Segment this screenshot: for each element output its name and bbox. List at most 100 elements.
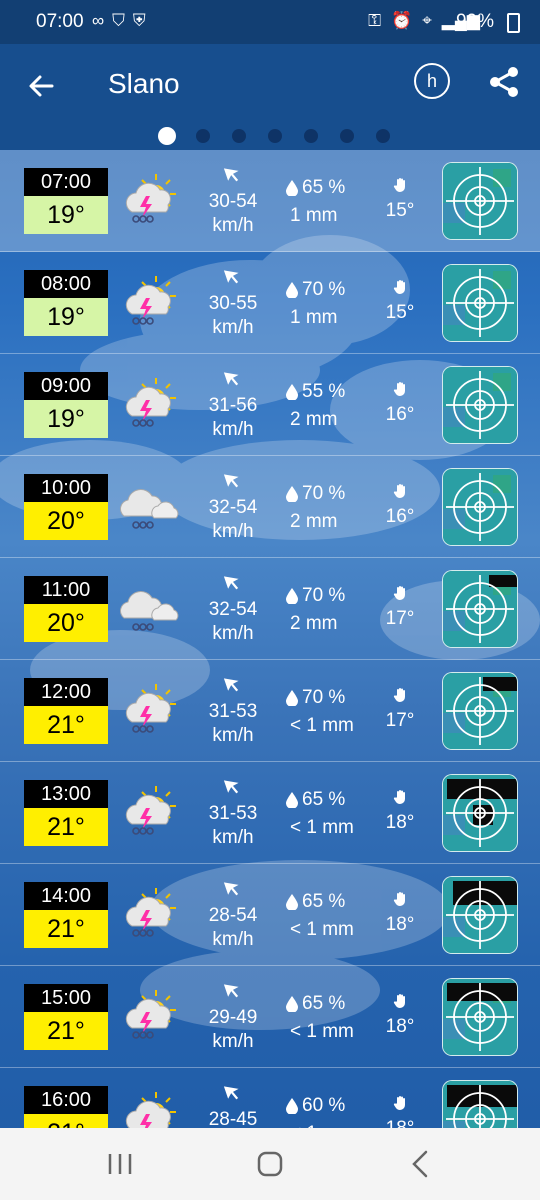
radar-map-thumbnail[interactable] bbox=[442, 978, 518, 1056]
back-arrow-icon[interactable] bbox=[22, 66, 62, 106]
precip-amount: < 1 mm bbox=[290, 919, 354, 940]
precip-probability: 70 % bbox=[302, 483, 346, 504]
precip-amount: < 1 mm bbox=[290, 715, 354, 736]
hand-icon bbox=[392, 482, 410, 500]
feels-like-temp: 18° bbox=[385, 812, 415, 833]
wind-direction-icon bbox=[222, 266, 242, 286]
page-dot[interactable] bbox=[196, 129, 210, 143]
wind-range: 32-54 bbox=[208, 599, 258, 620]
time-temp-box: 11:00 20° bbox=[24, 576, 108, 642]
wind-speed: 31-53 km/h bbox=[188, 802, 278, 850]
wind-speed: 30-55 km/h bbox=[188, 292, 278, 340]
radar-map-thumbnail[interactable] bbox=[442, 366, 518, 444]
forecast-row[interactable]: 16:0021° 28-45km/h 60 % < 1 mm 18° bbox=[0, 1068, 540, 1128]
status-bar: 07:00 ∞ ⛉ ⛨ ⚿ ⏰ ⌖ ▂▄▆ 99% bbox=[0, 0, 540, 44]
precip-probability: 65 % bbox=[302, 177, 346, 198]
forecast-row[interactable]: 13:00 21° 31-53 km/h 65 % < 1 mm 18° bbox=[0, 762, 540, 864]
wind-unit: km/h bbox=[212, 521, 254, 542]
forecast-row[interactable]: 12:00 21° 31-53 km/h 70 % < 1 mm 17° bbox=[0, 660, 540, 762]
time-temp-box: 08:00 19° bbox=[24, 270, 108, 336]
thunderstorm-sun-icon bbox=[118, 272, 180, 330]
precip-probability: 55 % bbox=[302, 381, 346, 402]
wind-speed: 32-54 km/h bbox=[188, 496, 278, 544]
precip-amount: 2 mm bbox=[290, 613, 338, 634]
temperature-label: 21° bbox=[24, 706, 108, 744]
rain-cloud-icon bbox=[118, 578, 180, 636]
hand-icon bbox=[392, 584, 410, 602]
recents-icon[interactable] bbox=[100, 1146, 140, 1182]
feels-like-temp: 18° bbox=[385, 1016, 415, 1037]
wind-unit: km/h bbox=[212, 827, 254, 848]
page-dot[interactable] bbox=[232, 129, 246, 143]
precip-amount: 2 mm bbox=[290, 511, 338, 532]
page-dot[interactable] bbox=[340, 129, 354, 143]
forecast-row[interactable]: 14:00 21° 28-54 km/h 65 % < 1 mm 18° bbox=[0, 864, 540, 966]
radar-map-thumbnail[interactable] bbox=[442, 774, 518, 852]
hour-label: 15:00 bbox=[24, 984, 108, 1012]
battery-level: 99% bbox=[455, 11, 494, 32]
status-time: 07:00 bbox=[36, 11, 84, 32]
home-icon[interactable] bbox=[250, 1146, 290, 1182]
thunderstorm-sun-icon bbox=[118, 884, 180, 942]
radar-map-thumbnail[interactable] bbox=[442, 1080, 518, 1128]
precipitation: 65 % < 1 mm bbox=[286, 786, 366, 842]
page-title: Slano bbox=[108, 68, 180, 99]
hand-icon bbox=[392, 686, 410, 704]
h-clock-icon[interactable]: h bbox=[414, 63, 450, 99]
hour-label: 09:00 bbox=[24, 372, 108, 400]
wind-direction-icon bbox=[222, 1082, 242, 1102]
forecast-row[interactable]: 07:00 19° 30-54 km/h 65 % 1 mm 15° bbox=[0, 150, 540, 252]
hand-icon bbox=[392, 176, 410, 194]
wind-range: 28-54 bbox=[208, 905, 258, 926]
radar-map-thumbnail[interactable] bbox=[442, 672, 518, 750]
forecast-row[interactable]: 08:00 19° 30-55 km/h 70 % 1 mm 15° bbox=[0, 252, 540, 354]
page-dot[interactable] bbox=[158, 127, 176, 145]
wind-speed: 29-49 km/h bbox=[188, 1006, 278, 1054]
wind-direction-icon bbox=[222, 674, 242, 694]
forecast-row[interactable]: 15:00 21° 29-49 km/h 65 % < 1 mm 18° bbox=[0, 966, 540, 1068]
thunderstorm-sun-icon bbox=[118, 170, 180, 228]
forecast-row[interactable]: 11:00 20° 32-54 km/h 70 % 2 mm 17° bbox=[0, 558, 540, 660]
forecast-row[interactable]: 10:00 20° 32-54 km/h 70 % 2 mm 16° bbox=[0, 456, 540, 558]
wind-speed: 28-54 km/h bbox=[188, 904, 278, 952]
raindrop-icon bbox=[286, 282, 298, 298]
wind-speed: 31-53 km/h bbox=[188, 700, 278, 748]
raindrop-icon bbox=[286, 690, 298, 706]
wind-direction-icon bbox=[222, 164, 242, 184]
radar-map-thumbnail[interactable] bbox=[442, 468, 518, 546]
precip-probability: 65 % bbox=[302, 789, 346, 810]
location-icon: ⌖ bbox=[422, 11, 432, 30]
wind-speed: 31-56 km/h bbox=[188, 394, 278, 442]
thunderstorm-sun-icon bbox=[118, 680, 180, 738]
feels-like-temp: 16° bbox=[385, 506, 415, 527]
alarm-icon: ⏰ bbox=[391, 11, 413, 30]
hour-label: 10:00 bbox=[24, 474, 108, 502]
radar-map-thumbnail[interactable] bbox=[442, 570, 518, 648]
precip-amount: < 1 mm bbox=[290, 1021, 354, 1042]
system-navigation-bar bbox=[0, 1128, 540, 1200]
temperature-label: 19° bbox=[24, 298, 108, 336]
temperature-label: 20° bbox=[24, 502, 108, 540]
page-dot[interactable] bbox=[268, 129, 282, 143]
precip-probability: 70 % bbox=[302, 687, 346, 708]
wind-direction-icon bbox=[222, 470, 242, 490]
page-dot[interactable] bbox=[304, 129, 318, 143]
status-notification-icons: ∞ ⛉ ⛨ bbox=[92, 11, 146, 31]
share-icon[interactable] bbox=[486, 64, 522, 100]
feels-like-temp: 15° bbox=[385, 302, 415, 323]
wind-direction-icon bbox=[222, 878, 242, 898]
page-dot[interactable] bbox=[376, 129, 390, 143]
radar-map-thumbnail[interactable] bbox=[442, 264, 518, 342]
wind-range: 31-53 bbox=[208, 803, 258, 824]
radar-map-thumbnail[interactable] bbox=[442, 876, 518, 954]
forecast-row[interactable]: 09:00 19° 31-56 km/h 55 % 2 mm 16° bbox=[0, 354, 540, 456]
hour-label: 12:00 bbox=[24, 678, 108, 706]
radar-map-thumbnail[interactable] bbox=[442, 162, 518, 240]
precipitation: 70 % 2 mm bbox=[286, 480, 366, 536]
wind-range: 30-55 bbox=[208, 293, 258, 314]
back-icon[interactable] bbox=[400, 1146, 440, 1182]
temperature-label: 21° bbox=[24, 1012, 108, 1050]
feels-like-temp: 18° bbox=[380, 1118, 420, 1128]
wind-unit: km/h bbox=[212, 317, 254, 338]
precip-amount: 1 mm bbox=[290, 307, 338, 328]
